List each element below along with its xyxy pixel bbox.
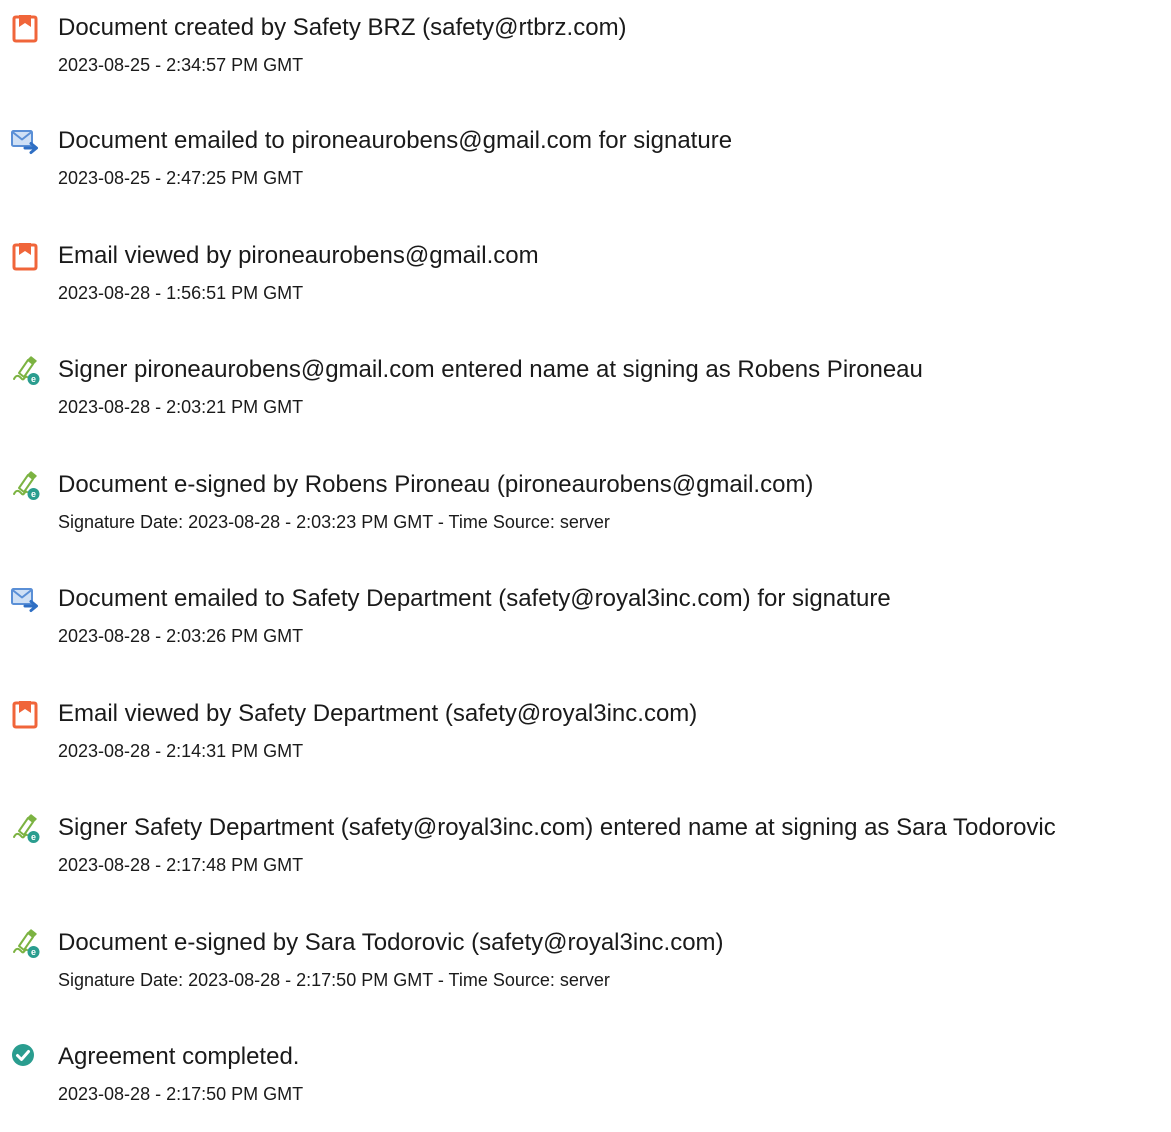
document-orange-icon	[10, 699, 40, 729]
email-sent-icon	[10, 584, 40, 614]
event-title: Document e-signed by Sara Todorovic (saf…	[58, 929, 724, 956]
signature-date: Signature Date: 2023-08-28 - 2:17:50 PM …	[58, 970, 610, 990]
document-orange-icon	[10, 241, 40, 271]
signature-date: Signature Date: 2023-08-28 - 2:03:23 PM …	[58, 512, 610, 532]
history-event: Email viewed by Safety Department (safet…	[0, 699, 1171, 789]
event-timestamp: 2023-08-25 - 2:47:25 PM GMT	[58, 168, 304, 188]
event-title: Email viewed by pironeaurobens@gmail.com	[58, 242, 539, 269]
document-orange-icon	[10, 13, 40, 43]
event-title: Document emailed to Safety Department (s…	[58, 585, 891, 612]
event-timestamp: 2023-08-28 - 2:14:31 PM GMT	[58, 741, 304, 761]
history-event: Document emailed to Safety Department (s…	[0, 584, 1171, 674]
event-title: Signer Safety Department (safety@royal3i…	[58, 814, 1056, 841]
event-title: Signer pironeaurobens@gmail.com entered …	[58, 356, 923, 383]
history-event: Signer Safety Department (safety@royal3i…	[0, 813, 1171, 903]
pen-signature-icon	[10, 355, 40, 385]
event-timestamp: 2023-08-28 - 1:56:51 PM GMT	[58, 283, 304, 303]
check-circle-icon	[10, 1042, 40, 1072]
event-timestamp: 2023-08-28 - 2:03:26 PM GMT	[58, 626, 304, 646]
event-title: Document emailed to pironeaurobens@gmail…	[58, 127, 733, 154]
event-title: Email viewed by Safety Department (safet…	[58, 700, 698, 727]
history-event: Signer pironeaurobens@gmail.com entered …	[0, 355, 1171, 445]
history-event: Document e-signed by Robens Pironeau (pi…	[0, 470, 1171, 560]
history-event: Document created by Safety BRZ (safety@r…	[0, 13, 1171, 103]
event-timestamp: 2023-08-28 - 2:03:21 PM GMT	[58, 397, 304, 417]
history-event: Document emailed to pironeaurobens@gmail…	[0, 126, 1171, 216]
event-title: Document e-signed by Robens Pironeau (pi…	[58, 471, 814, 498]
pen-signature-icon	[10, 813, 40, 843]
event-timestamp: 2023-08-28 - 2:17:48 PM GMT	[58, 855, 304, 875]
pen-signature-icon	[10, 928, 40, 958]
history-event: Document e-signed by Sara Todorovic (saf…	[0, 928, 1171, 1018]
history-event: Agreement completed. 2023-08-28 - 2:17:5…	[0, 1042, 1171, 1132]
email-sent-icon	[10, 126, 40, 156]
event-timestamp: 2023-08-25 - 2:34:57 PM GMT	[58, 55, 304, 75]
pen-signature-icon	[10, 470, 40, 500]
event-title: Agreement completed.	[58, 1043, 300, 1070]
history-event: Email viewed by pironeaurobens@gmail.com…	[0, 241, 1171, 331]
event-timestamp: 2023-08-28 - 2:17:50 PM GMT	[58, 1084, 304, 1104]
event-title: Document created by Safety BRZ (safety@r…	[58, 14, 627, 41]
